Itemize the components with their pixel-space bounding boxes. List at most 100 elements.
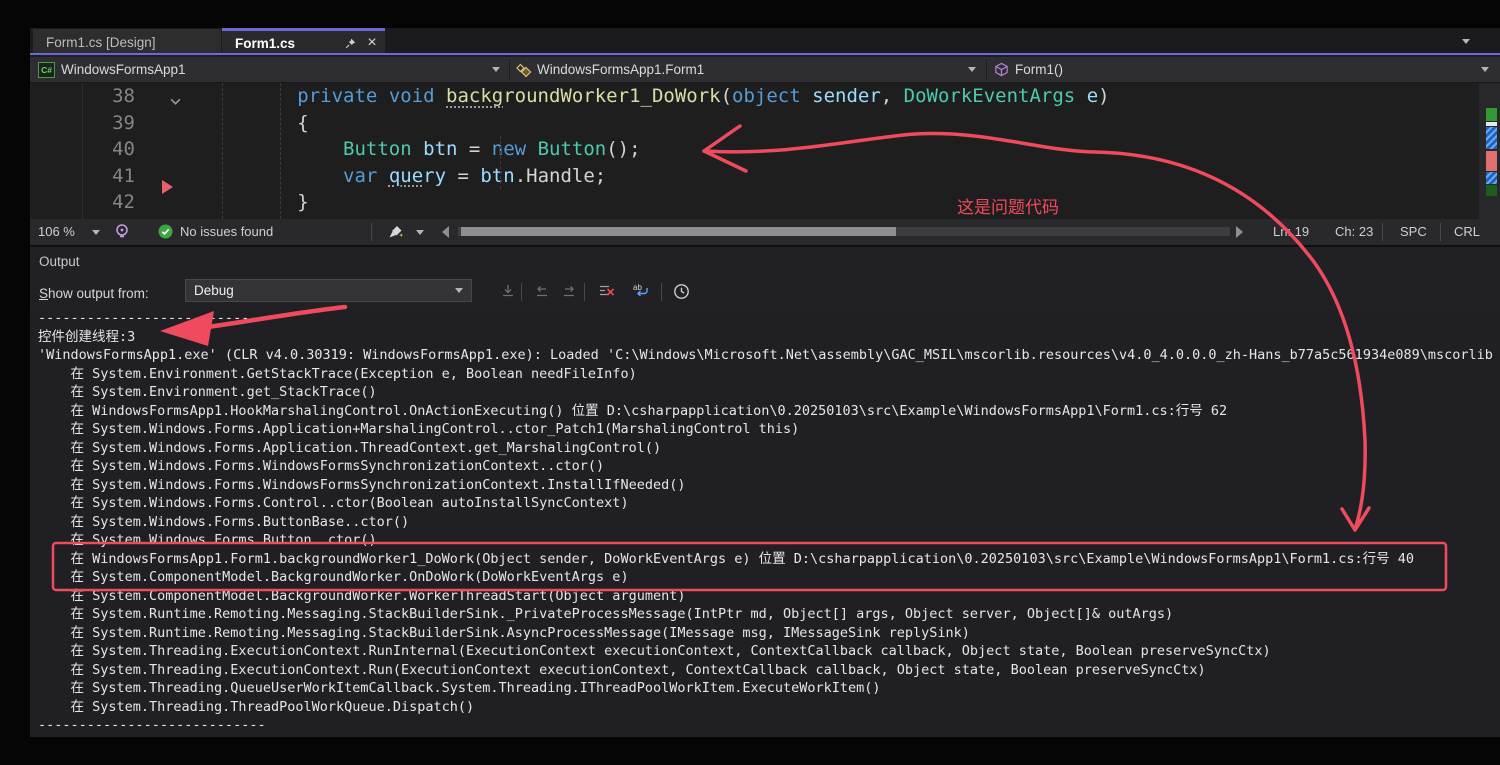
show-output-from-label: Show output from: <box>39 286 149 301</box>
issues-check-icon[interactable] <box>158 224 173 242</box>
line-indicator[interactable]: Ln: 19 <box>1273 224 1309 239</box>
output-panel: Output Show output from: Debug ab <box>30 245 1500 737</box>
output-line: ---------------------------- <box>30 716 1500 735</box>
code-text: var query = btn.Handle; <box>160 165 606 187</box>
scrollmark-error <box>1486 151 1497 171</box>
output-line: 在 System.Windows.Forms.WindowsFormsSynch… <box>30 457 1500 476</box>
code-text: private void backgroundWorker1_DoWork(ob… <box>160 85 1110 107</box>
collapse-chevron-icon[interactable] <box>169 89 182 116</box>
output-source-value: Debug <box>194 283 234 298</box>
output-line: 在 System.Threading.QueueUserWorkItemCall… <box>30 679 1500 698</box>
timestamp-icon[interactable] <box>670 281 692 301</box>
spaces-indicator[interactable]: SPC <box>1400 224 1427 239</box>
output-panel-title: Output <box>39 254 80 269</box>
line-ending-indicator[interactable]: CRL <box>1454 224 1480 239</box>
scrollbar-thumb[interactable] <box>461 227 896 236</box>
issues-status-label[interactable]: No issues found <box>180 224 273 239</box>
output-source-dropdown[interactable]: Debug <box>185 279 472 302</box>
code-editor[interactable]: 38 private void backgroundWorker1_DoWork… <box>30 83 1500 219</box>
glyph-margin-divider <box>82 83 83 219</box>
chevron-down-icon <box>492 67 500 72</box>
tab-label: Form1.cs <box>235 36 295 51</box>
code-text: Button btn = new Button(); <box>160 138 641 160</box>
class-icon <box>516 62 532 78</box>
chevron-down-icon <box>968 67 976 72</box>
column-indicator[interactable]: Ch: 23 <box>1335 224 1373 239</box>
output-line: 控件创建线程:3 <box>30 328 1500 347</box>
scroll-right-icon[interactable] <box>1236 226 1243 238</box>
member-dropdown[interactable]: Form1() <box>987 57 1500 82</box>
pin-icon[interactable] <box>341 34 359 52</box>
code-lines: 38 private void backgroundWorker1_DoWork… <box>30 83 1500 216</box>
indent-guide <box>222 83 223 219</box>
svg-text:ab: ab <box>633 283 642 292</box>
toolbar-divider <box>521 283 522 301</box>
code-cleanup-icon[interactable] <box>387 223 405 244</box>
code-navigation-bar: C# WindowsFormsApp1 WindowsFormsApp1.For… <box>30 57 1500 83</box>
output-line: 在 WindowsFormsApp1.Form1.backgroundWorke… <box>30 550 1500 569</box>
chevron-down-icon <box>1481 67 1489 72</box>
output-line: 在 System.Runtime.Remoting.Messaging.Stac… <box>30 624 1500 643</box>
project-dropdown[interactable]: C# WindowsFormsApp1 <box>30 57 508 82</box>
clear-all-icon[interactable] <box>595 281 617 301</box>
zoom-caret-icon[interactable] <box>92 230 100 235</box>
previous-message-icon[interactable] <box>531 281 553 301</box>
type-dropdown-label: WindowsFormsApp1.Form1 <box>537 62 704 77</box>
code-line: 40 Button btn = new Button(); <box>30 136 1500 163</box>
close-icon[interactable]: × <box>363 34 381 52</box>
editor-vertical-scrollbar[interactable] <box>1479 83 1500 219</box>
output-line: 在 System.Windows.Forms.WindowsFormsSynch… <box>30 476 1500 495</box>
code-line: 41 var query = btn.Handle; <box>30 163 1500 190</box>
indent-guide <box>280 83 281 219</box>
cleanup-caret-icon[interactable] <box>416 230 424 235</box>
status-divider <box>1382 223 1383 241</box>
zoom-level-dropdown[interactable]: 106 % <box>38 224 75 239</box>
tab-label: Form1.cs [Design] <box>46 35 156 50</box>
output-line: 在 System.Environment.GetStackTrace(Excep… <box>30 365 1500 384</box>
ide-window: Form1.cs [Design] Form1.cs × C# WindowsF… <box>30 28 1500 737</box>
member-dropdown-label: Form1() <box>1015 62 1063 77</box>
editor-horizontal-scrollbar[interactable] <box>458 227 1230 236</box>
word-wrap-icon[interactable]: ab <box>630 281 652 301</box>
toolbar-divider <box>584 283 585 301</box>
type-dropdown[interactable]: WindowsFormsApp1.Form1 <box>510 57 986 82</box>
next-message-icon[interactable] <box>558 281 580 301</box>
scrollmark-breakpoint-region <box>1486 127 1497 149</box>
project-dropdown-label: WindowsFormsApp1 <box>61 62 186 77</box>
scrollmark-breakpoint-region <box>1486 172 1497 184</box>
indent-guide <box>500 136 501 189</box>
output-line: 在 System.Windows.Forms.Application+Marsh… <box>30 420 1500 439</box>
scroll-left-icon[interactable] <box>442 226 449 238</box>
chevron-down-icon <box>455 288 463 293</box>
output-log[interactable]: ----------------------------控件创建线程:3'Win… <box>30 309 1500 737</box>
output-line: 在 System.ComponentModel.BackgroundWorker… <box>30 587 1500 606</box>
status-divider <box>1440 223 1441 241</box>
code-line: 38 private void backgroundWorker1_DoWork… <box>30 83 1500 110</box>
output-line: 在 System.Threading.ExecutionContext.Run(… <box>30 661 1500 680</box>
tab-overflow-caret-icon[interactable] <box>1462 39 1470 44</box>
output-line: 在 System.Threading.ThreadPoolWorkQueue.D… <box>30 698 1500 717</box>
tab-form1-design[interactable]: Form1.cs [Design] <box>33 29 221 55</box>
output-line: 在 System.Threading.ExecutionContext.RunI… <box>30 642 1500 661</box>
status-divider <box>371 223 372 241</box>
output-line: 在 System.Windows.Forms.Application.Threa… <box>30 439 1500 458</box>
output-line: 在 System.Windows.Forms.Control..ctor(Boo… <box>30 494 1500 513</box>
csharp-project-icon: C# <box>38 62 55 78</box>
scrollmark-unsaved-change <box>1486 185 1497 196</box>
output-line: 在 System.ComponentModel.BackgroundWorker… <box>30 568 1500 587</box>
intellisense-icon[interactable] <box>114 223 130 242</box>
screenshot-stage: Form1.cs [Design] Form1.cs × C# WindowsF… <box>0 0 1500 765</box>
method-icon <box>994 62 1009 77</box>
scrollmark-caret <box>1486 122 1497 126</box>
tab-form1-cs[interactable]: Form1.cs × <box>222 28 385 55</box>
goto-message-icon[interactable] <box>497 281 519 301</box>
output-line: ---------------------------- <box>30 309 1500 328</box>
output-line: 在 System.Windows.Forms.ButtonBase..ctor(… <box>30 513 1500 532</box>
line-marker-icon <box>162 180 173 194</box>
output-line: 在 System.Windows.Forms.Button..ctor() <box>30 531 1500 550</box>
code-text: { <box>160 112 309 134</box>
code-text: } <box>160 191 309 213</box>
scrollmark-saved-change <box>1486 108 1497 121</box>
active-document-accent-line <box>30 53 1500 55</box>
output-line: 在 WindowsFormsApp1.HookMarshalingControl… <box>30 402 1500 421</box>
